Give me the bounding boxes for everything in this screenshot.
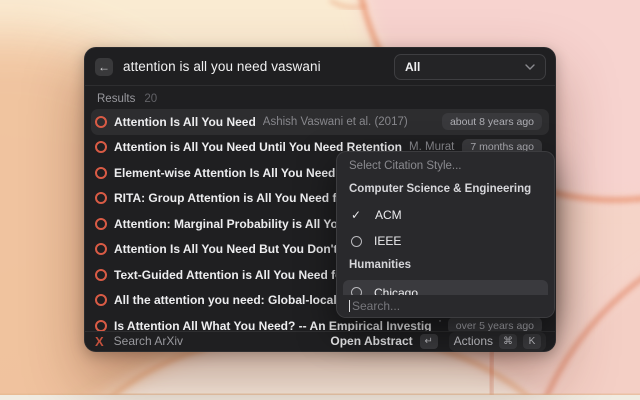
result-authors: Ashish Vaswani et al. (2017) bbox=[263, 116, 408, 128]
back-arrow-icon: ← bbox=[98, 58, 110, 76]
arxiv-logo-icon: X bbox=[95, 334, 104, 349]
app-name: Search ArXiv bbox=[114, 334, 183, 348]
radio-circle-icon bbox=[351, 236, 362, 247]
check-icon: ✓ bbox=[351, 208, 363, 222]
command-key-icon: ⌘ bbox=[499, 334, 517, 349]
citation-style-menu: Select Citation Style... Computer Scienc… bbox=[336, 151, 555, 318]
open-abstract-button[interactable]: Open Abstract bbox=[330, 334, 412, 348]
k-key-icon: K bbox=[523, 334, 541, 349]
results-count: 20 bbox=[144, 93, 157, 105]
desktop: ← attention is all you need vaswani All … bbox=[0, 0, 640, 400]
citation-menu-header: Select Citation Style... bbox=[349, 160, 462, 172]
arxiv-ring-icon bbox=[95, 116, 107, 128]
arxiv-ring-icon bbox=[95, 243, 107, 255]
arxiv-ring-icon bbox=[95, 192, 107, 204]
arxiv-ring-icon bbox=[95, 294, 107, 306]
search-header: ← attention is all you need vaswani All bbox=[85, 48, 555, 86]
arxiv-ring-icon bbox=[95, 320, 107, 332]
arxiv-ring-icon bbox=[95, 141, 107, 153]
result-title: Attention Is All You Need bbox=[114, 115, 256, 129]
actions-label: Actions bbox=[454, 334, 493, 348]
back-button[interactable]: ← bbox=[95, 58, 113, 76]
actions-button[interactable]: Actions ⌘ K bbox=[449, 332, 546, 351]
citation-item-acm[interactable]: ✓ ACM bbox=[343, 203, 548, 227]
results-header: Results 20 bbox=[85, 86, 555, 108]
filter-dropdown[interactable]: All bbox=[394, 54, 546, 80]
result-row[interactable]: Attention Is All You Need Ashish Vaswani… bbox=[91, 109, 549, 135]
result-age-badge: about 8 years ago bbox=[442, 113, 542, 130]
arxiv-ring-icon bbox=[95, 218, 107, 230]
return-key-icon: ↵ bbox=[420, 334, 438, 349]
search-input[interactable]: attention is all you need vaswani bbox=[123, 59, 384, 74]
citation-search-placeholder: Search... bbox=[352, 299, 400, 313]
result-authors: Thomas Dowdell et al. (2019) bbox=[439, 320, 441, 332]
arxiv-ring-icon bbox=[95, 269, 107, 281]
footer-bar: X Search ArXiv Open Abstract ↵ Actions ⌘… bbox=[85, 331, 555, 351]
result-title: Element-wise Attention Is All You Need bbox=[114, 166, 335, 180]
citation-search-input[interactable]: Search... bbox=[337, 295, 554, 317]
footer-actions: Open Abstract ↵ Actions ⌘ K bbox=[330, 332, 546, 351]
citation-item-ieee[interactable]: IEEE bbox=[343, 229, 548, 253]
results-label: Results bbox=[97, 93, 135, 105]
text-cursor bbox=[349, 300, 350, 312]
arxiv-ring-icon bbox=[95, 167, 107, 179]
citation-section-cs: Computer Science & Engineering bbox=[349, 183, 531, 195]
chevron-down-icon bbox=[525, 64, 535, 70]
filter-dropdown-value: All bbox=[405, 60, 420, 74]
citation-section-humanities: Humanities bbox=[349, 259, 411, 271]
